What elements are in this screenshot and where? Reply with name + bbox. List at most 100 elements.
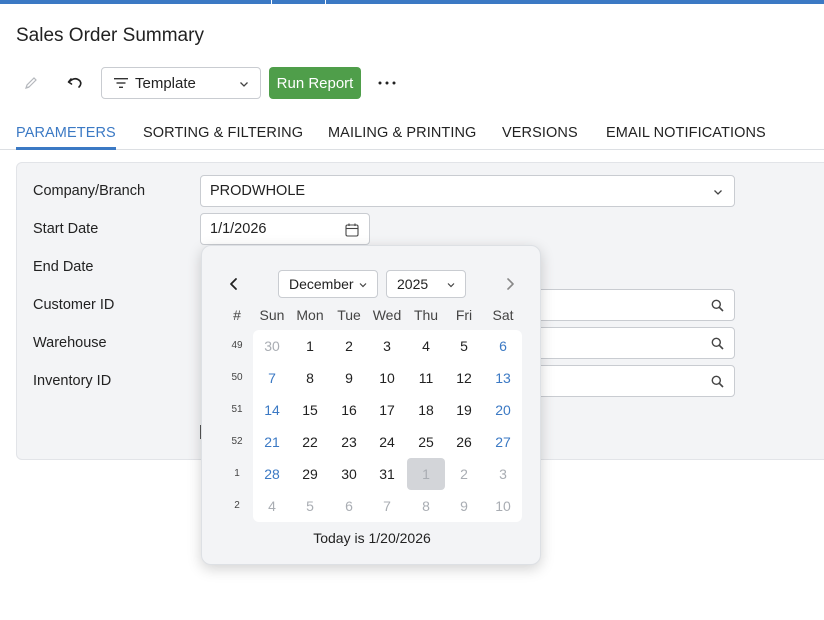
calendar-day[interactable]: 7 xyxy=(368,490,406,522)
warehouse-label: Warehouse xyxy=(33,335,107,351)
week-number: 49 xyxy=(231,340,243,351)
page-title: Sales Order Summary xyxy=(16,25,204,46)
search-icon[interactable] xyxy=(711,375,724,388)
calendar-day[interactable]: 10 xyxy=(484,490,522,522)
calendar-day[interactable]: 25 xyxy=(407,426,445,458)
calendar-day[interactable]: 7 xyxy=(253,362,291,394)
start-date-input[interactable]: 1/1/2026 xyxy=(200,213,370,245)
company-value: PRODWHOLE xyxy=(210,183,306,199)
calendar-day[interactable]: 30 xyxy=(330,458,368,490)
calendar-day[interactable]: 8 xyxy=(407,490,445,522)
calendar-day[interactable]: 24 xyxy=(368,426,406,458)
weekday-header: Wed xyxy=(372,307,402,323)
weekday-header: Thu xyxy=(413,307,439,323)
tab-parameters[interactable]: PARAMETERS xyxy=(16,125,116,150)
today-indicator[interactable]: Today is 1/20/2026 xyxy=(202,530,542,546)
customer-id-input[interactable] xyxy=(530,289,735,321)
calendar-day[interactable]: 14 xyxy=(253,394,291,426)
date-picker-popup: December 2025 # Sun Mon Tue Wed Thu Fri … xyxy=(201,245,541,565)
inventory-id-label: Inventory ID xyxy=(33,373,112,389)
week-number: 1 xyxy=(234,468,240,479)
calendar-day[interactable]: 23 xyxy=(330,426,368,458)
pencil-icon xyxy=(25,77,37,89)
warehouse-input[interactable] xyxy=(530,327,735,359)
tab-sorting-filtering[interactable]: SORTING & FILTERING xyxy=(143,125,303,141)
calendar-day[interactable]: 4 xyxy=(407,330,445,362)
inventory-id-input[interactable] xyxy=(530,365,735,397)
calendar-day[interactable]: 3 xyxy=(484,458,522,490)
end-date-label: End Date xyxy=(33,259,94,275)
template-label: Template xyxy=(135,74,196,92)
calendar-day[interactable]: 5 xyxy=(291,490,329,522)
weekday-header: Sat xyxy=(492,307,514,323)
weekday-header: Sun xyxy=(259,307,285,323)
filter-lines-icon xyxy=(114,78,128,88)
top-bar-divider xyxy=(325,0,326,4)
calendar-icon[interactable] xyxy=(345,223,359,237)
edit-button[interactable] xyxy=(16,68,46,98)
calendar-day[interactable]: 6 xyxy=(330,490,368,522)
calendar-day[interactable]: 29 xyxy=(291,458,329,490)
calendar-day[interactable]: 9 xyxy=(445,490,483,522)
year-select[interactable]: 2025 xyxy=(386,270,466,298)
chevron-down-icon xyxy=(714,190,722,195)
top-bar-divider xyxy=(271,0,272,4)
company-label: Company/Branch xyxy=(33,183,146,199)
calendar-day[interactable]: 12 xyxy=(445,362,483,394)
calendar-day[interactable]: 18 xyxy=(407,394,445,426)
calendar-day[interactable]: 6 xyxy=(484,330,522,362)
week-number: 52 xyxy=(231,436,243,447)
chevron-down-icon xyxy=(240,82,248,87)
calendar-day[interactable]: 4 xyxy=(253,490,291,522)
next-month-button[interactable] xyxy=(500,274,520,294)
calendar-day[interactable]: 3 xyxy=(368,330,406,362)
undo-icon xyxy=(67,77,82,88)
month-value: December xyxy=(289,276,354,292)
calendar-day[interactable]: 9 xyxy=(330,362,368,394)
calendar-day[interactable]: 2 xyxy=(445,458,483,490)
calendar-day[interactable]: 13 xyxy=(484,362,522,394)
calendar-day[interactable]: 11 xyxy=(407,362,445,394)
search-icon[interactable] xyxy=(711,299,724,312)
weekday-header: Fri xyxy=(455,307,473,323)
company-branch-select[interactable]: PRODWHOLE xyxy=(200,175,735,207)
calendar-day[interactable]: 28 xyxy=(253,458,291,490)
calendar-day[interactable]: 27 xyxy=(484,426,522,458)
calendar-day[interactable]: 16 xyxy=(330,394,368,426)
calendar-day[interactable]: 2 xyxy=(330,330,368,362)
customer-id-label: Customer ID xyxy=(33,297,115,313)
tab-mailing-printing[interactable]: MAILING & PRINTING xyxy=(328,125,476,141)
month-select[interactable]: December xyxy=(278,270,378,298)
calendar-day[interactable]: 30 xyxy=(253,330,291,362)
tab-email-notifications[interactable]: EMAIL NOTIFICATIONS xyxy=(606,125,766,141)
run-report-button[interactable]: Run Report xyxy=(269,67,361,99)
top-accent-bar xyxy=(0,0,824,4)
calendar-day[interactable]: 22 xyxy=(291,426,329,458)
weekday-header: Mon xyxy=(296,307,324,323)
calendar-day[interactable]: 26 xyxy=(445,426,483,458)
search-icon[interactable] xyxy=(711,337,724,350)
chevron-left-icon xyxy=(230,278,237,290)
template-dropdown[interactable]: Template xyxy=(101,67,261,99)
tab-versions[interactable]: VERSIONS xyxy=(502,125,578,141)
week-number: 50 xyxy=(231,372,243,383)
calendar-day[interactable]: 17 xyxy=(368,394,406,426)
calendar-day[interactable]: 21 xyxy=(253,426,291,458)
calendar-day[interactable]: 20 xyxy=(484,394,522,426)
chevron-down-icon xyxy=(359,283,367,288)
calendar-day-selected[interactable]: 1 xyxy=(407,458,445,490)
chevron-right-icon xyxy=(507,278,514,290)
prev-month-button[interactable] xyxy=(224,274,244,294)
calendar-day[interactable]: 1 xyxy=(291,330,329,362)
calendar-day[interactable]: 10 xyxy=(368,362,406,394)
calendar-day[interactable]: 31 xyxy=(368,458,406,490)
start-date-label: Start Date xyxy=(33,221,99,237)
start-date-value: 1/1/2026 xyxy=(210,221,267,237)
undo-button[interactable] xyxy=(60,68,90,98)
more-options-button[interactable] xyxy=(372,67,402,99)
report-tabs: PARAMETERS SORTING & FILTERING MAILING &… xyxy=(0,122,824,150)
calendar-day[interactable]: 8 xyxy=(291,362,329,394)
calendar-day[interactable]: 15 xyxy=(291,394,329,426)
calendar-day[interactable]: 5 xyxy=(445,330,483,362)
calendar-day[interactable]: 19 xyxy=(445,394,483,426)
